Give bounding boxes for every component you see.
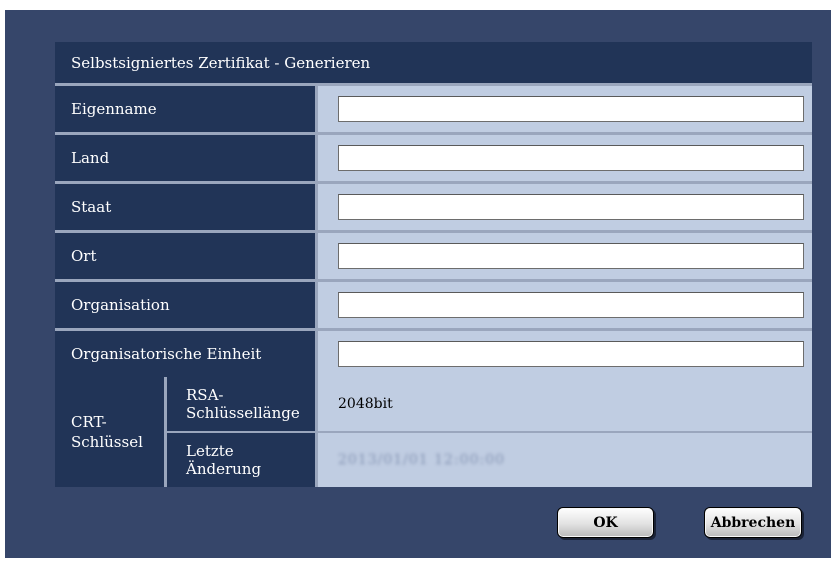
- organization-label: Organisation: [55, 282, 315, 328]
- organization-cell: [318, 282, 812, 328]
- state-label: Staat: [55, 184, 315, 230]
- cancel-button[interactable]: Abbrechen: [704, 507, 802, 538]
- crt-key-label: CRT- Schlüssel: [55, 377, 164, 487]
- common-name-cell: [318, 86, 812, 132]
- org-unit-label: Organisatorische Einheit: [55, 331, 315, 377]
- city-label: Ort: [55, 233, 315, 279]
- rsa-key-length-label: RSA- Schlüssellänge: [167, 377, 315, 431]
- last-changed-label-line1: Letzte: [186, 442, 234, 460]
- city-input[interactable]: [338, 243, 804, 269]
- crt-key-label-line1: CRT-: [71, 413, 107, 431]
- country-label: Land: [55, 135, 315, 181]
- city-cell: [318, 233, 812, 279]
- ok-button[interactable]: OK: [557, 507, 654, 538]
- organization-input[interactable]: [338, 292, 804, 318]
- common-name-input[interactable]: [338, 96, 804, 122]
- last-changed-value: 2013/01/01 12:00:00: [338, 452, 506, 468]
- state-cell: [318, 184, 812, 230]
- rsa-key-length-value: 2048bit: [318, 377, 812, 431]
- org-unit-cell: [318, 331, 812, 377]
- country-cell: [318, 135, 812, 181]
- org-unit-input[interactable]: [338, 341, 804, 367]
- last-changed-cell: 2013/01/01 12:00:00: [318, 433, 812, 487]
- crt-key-label-line2: Schlüssel: [71, 433, 143, 451]
- last-changed-label: Letzte Änderung: [167, 433, 315, 487]
- state-input[interactable]: [338, 194, 804, 220]
- common-name-label: Eigenname: [55, 86, 315, 132]
- rsa-key-length-label-line1: RSA-: [186, 386, 224, 404]
- rsa-key-length-label-line2: Schlüssellänge: [186, 404, 300, 422]
- last-changed-label-line2: Änderung: [186, 460, 262, 478]
- certificate-form: Selbstsigniertes Zertifikat - Generieren…: [55, 42, 812, 487]
- dialog-title: Selbstsigniertes Zertifikat - Generieren: [55, 42, 812, 83]
- country-input[interactable]: [338, 145, 804, 171]
- certificate-dialog: Selbstsigniertes Zertifikat - Generieren…: [5, 10, 831, 558]
